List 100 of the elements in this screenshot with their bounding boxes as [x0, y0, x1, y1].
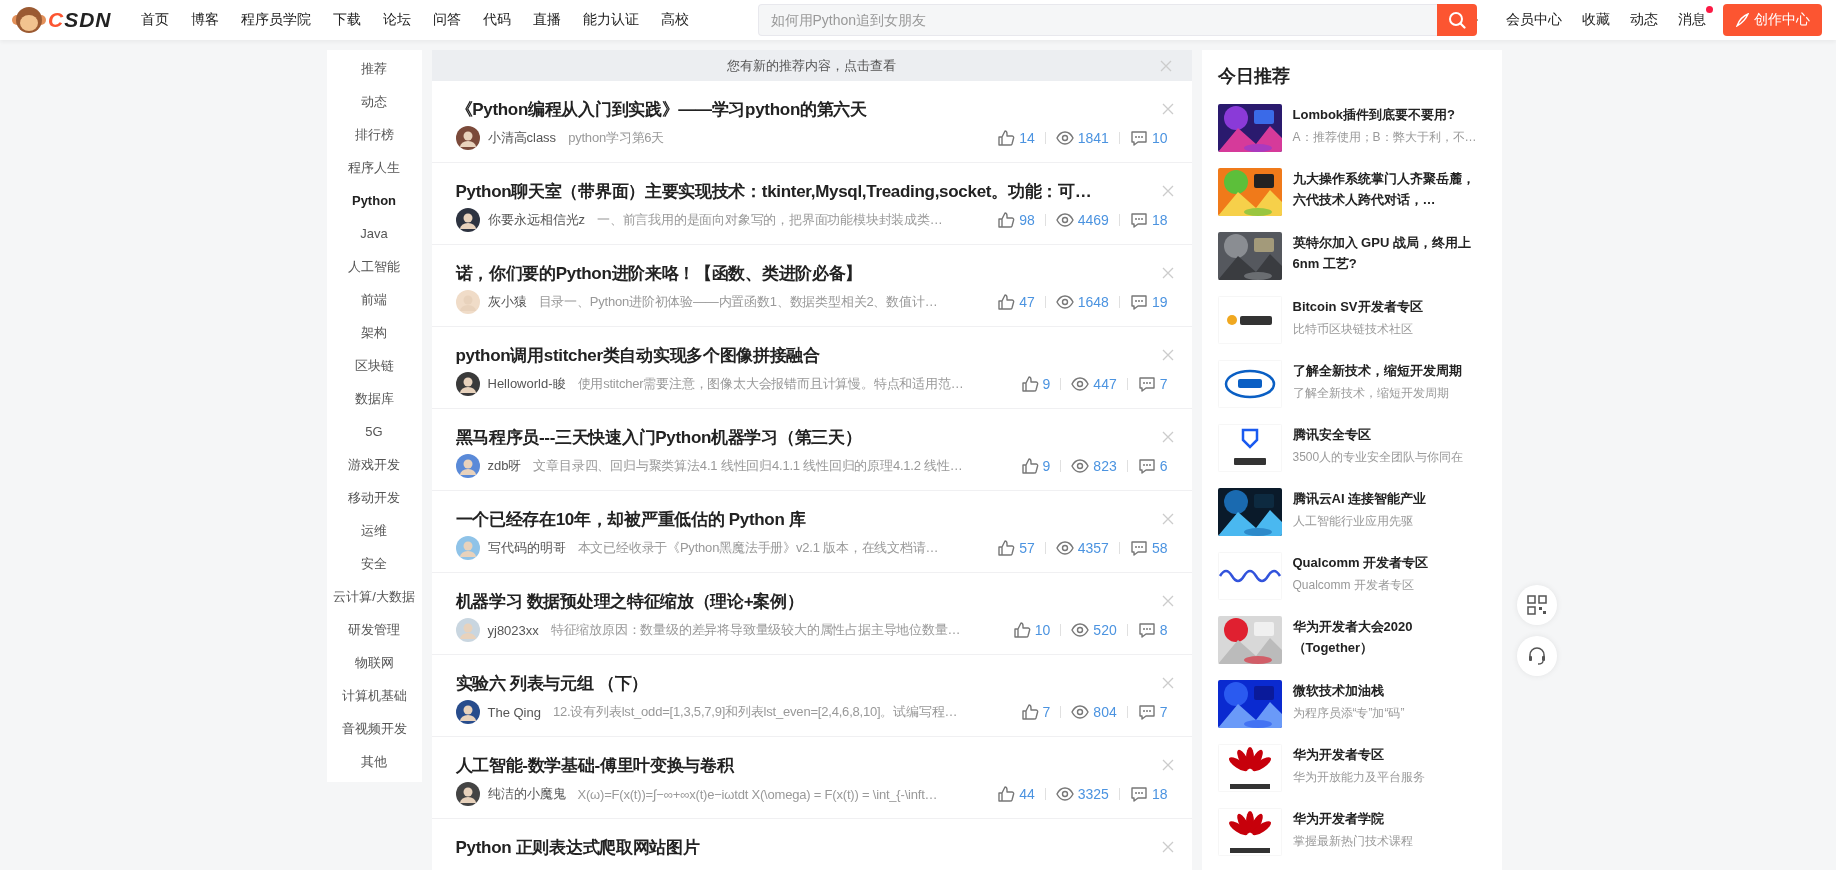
search-field[interactable]: 如何用Python追到女朋友	[757, 4, 1437, 36]
category-tab[interactable]: 其他	[326, 745, 422, 778]
support-button[interactable]	[1517, 636, 1557, 676]
recommend-title[interactable]: Qualcomm 开发者专区	[1292, 552, 1429, 573]
article-summary: 12.设有列表lst_odd=[1,3,5,7,9]和列表lst_even=[2,4,6,8,10]。试编写程…	[553, 703, 958, 721]
nav-link[interactable]: 问答	[421, 11, 472, 29]
category-tab[interactable]: 研发管理	[326, 613, 422, 646]
recommend-description: A：推荐使用；B：弊大于利，不…	[1292, 129, 1477, 146]
category-tab[interactable]: Java	[326, 217, 422, 250]
author-name[interactable]: zdb呀	[487, 457, 522, 475]
category-tab[interactable]: 动态	[326, 85, 422, 118]
article-title[interactable]: 《Python编程从入门到实践》——学习python的第六天	[455, 98, 867, 122]
category-tab[interactable]: 运维	[326, 514, 422, 547]
category-tab[interactable]: 程序人生	[326, 151, 422, 184]
like-count: 47	[1019, 294, 1035, 310]
article-title[interactable]: 一个已经存在10年，却被严重低估的 Python 库	[455, 508, 806, 532]
article-title[interactable]: 机器学习 数据预处理之特征缩放（理论+案例）	[455, 590, 804, 614]
article-title[interactable]: Python聊天室（带界面）主要实现技术：tkinter,Mysql,Treading,socket。功能：可…	[455, 180, 1092, 204]
category-tab[interactable]: Python	[326, 184, 422, 217]
category-tab[interactable]: 区块链	[326, 349, 422, 382]
like-count: 9	[1042, 458, 1051, 474]
category-tab[interactable]: 云计算/大数据	[326, 580, 422, 613]
nav-link[interactable]: 直播	[521, 11, 572, 29]
article-title[interactable]: 诺，你们要的Python进阶来咯！【函数、类进阶必备】	[455, 262, 862, 286]
recommend-title[interactable]: 了解全新技术，缩短开发周期	[1292, 360, 1462, 381]
thumbs-up-icon	[1020, 457, 1039, 475]
like-count: 44	[1019, 786, 1035, 802]
logo-text[interactable]: CSDN	[48, 8, 112, 32]
recommend-title[interactable]: 微软技术加油栈	[1292, 680, 1405, 701]
author-name[interactable]: 写代码的明哥	[487, 539, 566, 557]
section-title: 今日推荐	[1217, 65, 1291, 88]
category-tab[interactable]: 前端	[326, 283, 422, 316]
nav-link[interactable]: 能力认证	[571, 11, 650, 29]
category-tab[interactable]: 数据库	[326, 382, 422, 415]
search-button[interactable]	[1436, 4, 1477, 36]
comment-icon	[1129, 293, 1148, 311]
avatar-icon	[455, 290, 480, 314]
comment-icon	[1137, 703, 1156, 721]
nav-link[interactable]: 程序员学院	[229, 11, 322, 29]
nav-link[interactable]: 代码	[471, 11, 522, 29]
article-summary: 本文已经收录于《Python黑魔法手册》v2.1 版本，在线文档请…	[577, 539, 939, 557]
user-link[interactable]: 会员中心	[1496, 11, 1572, 29]
wave-logo-icon[interactable]	[1217, 552, 1282, 600]
nav-link[interactable]: 博客	[179, 11, 230, 29]
comment-count: 19	[1151, 294, 1168, 310]
shield-logo-icon[interactable]	[1217, 424, 1282, 472]
article-title[interactable]: 实验六 列表与元组 （下）	[455, 672, 649, 696]
author-name[interactable]: Helloworld-睃	[487, 375, 566, 393]
recommend-title[interactable]: 华为开发者学院	[1292, 808, 1413, 829]
author-name[interactable]: 纯洁的小魔鬼	[487, 785, 566, 803]
category-tab[interactable]: 5G	[326, 415, 422, 448]
author-name[interactable]: 灰小猿	[487, 293, 527, 311]
nav-link[interactable]: 首页	[129, 11, 180, 29]
qr-code-button[interactable]	[1517, 585, 1557, 625]
recommend-title[interactable]: 腾讯云AI 连接智能产业	[1292, 488, 1427, 509]
nav-link[interactable]: 下载	[321, 11, 372, 29]
author-name[interactable]: 小清高class	[487, 129, 557, 147]
nav-link[interactable]: 高校	[649, 11, 700, 29]
category-tab[interactable]: 排行榜	[326, 118, 422, 151]
category-tab[interactable]: 架构	[326, 316, 422, 349]
petal-logo-icon[interactable]	[1217, 808, 1282, 856]
category-tab[interactable]: 游戏开发	[326, 448, 422, 481]
avatar-icon	[455, 126, 480, 150]
like-count: 10	[1034, 622, 1051, 638]
thumbs-up-icon	[1012, 621, 1031, 639]
notice-text[interactable]: 您有新的推荐内容，点击查看	[727, 56, 896, 75]
notice-bar[interactable]: 您有新的推荐内容，点击查看	[431, 50, 1192, 81]
coin-logo-icon[interactable]	[1217, 296, 1282, 344]
recommend-title[interactable]: 九大操作系统掌门人齐聚岳麓，六代技术人跨代对话，…	[1292, 168, 1486, 210]
category-tab[interactable]: 移动开发	[326, 481, 422, 514]
pen-icon	[1735, 13, 1749, 27]
category-tab[interactable]: 音视频开发	[326, 712, 422, 745]
recommend-title[interactable]: Bitcoin SV开发者专区	[1292, 296, 1423, 317]
user-link[interactable]: 收藏	[1572, 11, 1620, 29]
comment-count: 18	[1151, 786, 1168, 802]
nav-link[interactable]: 论坛	[371, 11, 422, 29]
ring-logo-icon[interactable]	[1217, 360, 1282, 408]
recommend-title[interactable]: 华为开发者大会2020（Together）	[1292, 616, 1486, 658]
user-link[interactable]: 消息	[1668, 11, 1716, 29]
recommend-title[interactable]: 华为开发者专区	[1292, 744, 1425, 765]
category-tab[interactable]: 人工智能	[326, 250, 422, 283]
petal-logo-icon[interactable]	[1217, 744, 1282, 792]
article-title[interactable]: 黑马程序员---三天快速入门Python机器学习（第三天）	[455, 426, 862, 450]
comment-count: 10	[1151, 130, 1168, 146]
eye-icon	[1071, 375, 1090, 393]
article-title[interactable]: 人工智能-数学基础-傅里叶变换与卷积	[455, 754, 734, 778]
user-link[interactable]: 动态	[1620, 11, 1668, 29]
recommend-title[interactable]: 英特尔加入 GPU 战局，终用上6nm 工艺?	[1292, 232, 1486, 274]
qr-code-icon	[1527, 595, 1547, 615]
category-tab[interactable]: 安全	[326, 547, 422, 580]
author-name[interactable]: The Qing	[487, 704, 541, 720]
category-tab[interactable]: 计算机基础	[326, 679, 422, 712]
category-tab[interactable]: 推荐	[326, 52, 422, 85]
author-name[interactable]: yj8023xx	[487, 622, 539, 638]
article-title[interactable]: Python 正则表达式爬取网站图片	[455, 836, 700, 860]
article-title[interactable]: python调用stitcher类自动实现多个图像拼接融合	[455, 344, 820, 368]
author-name[interactable]: 你要永远相信光z	[487, 211, 585, 229]
category-tab[interactable]: 物联网	[326, 646, 422, 679]
recommend-title[interactable]: 腾讯安全专区	[1292, 424, 1464, 445]
recommend-title[interactable]: Lombok插件到底要不要用?	[1292, 104, 1477, 125]
